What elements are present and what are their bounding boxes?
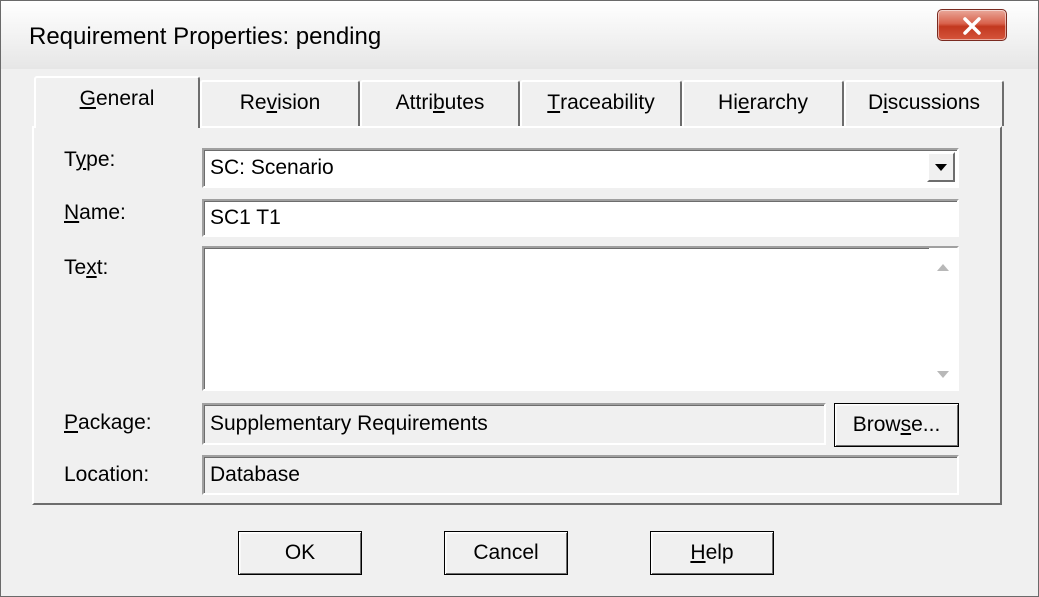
name-label: Name: <box>64 201 126 224</box>
type-value: SC: Scenario <box>210 156 334 179</box>
cancel-button[interactable]: Cancel <box>444 531 568 575</box>
tab-discussions-label: Discussions <box>867 91 981 114</box>
tab-hierarchy-label: Hierarchy <box>718 91 808 114</box>
type-dropdown[interactable]: SC: Scenario <box>202 148 959 188</box>
browse-button[interactable]: Browse... <box>834 403 959 447</box>
tab-general[interactable]: General <box>34 76 200 128</box>
text-scrollbar[interactable] <box>929 248 957 389</box>
tab-general-label: General <box>79 87 155 110</box>
close-icon <box>963 17 981 35</box>
close-button[interactable] <box>937 9 1007 41</box>
cancel-button-label: Cancel <box>473 541 539 564</box>
tab-attributes-label: Attributes <box>395 91 485 114</box>
help-button[interactable]: Help <box>650 531 774 575</box>
tab-revision[interactable]: Revision <box>200 80 360 126</box>
ok-button[interactable]: OK <box>238 531 362 575</box>
type-label: Type: <box>64 148 116 171</box>
dropdown-arrow-icon <box>935 164 947 171</box>
scroll-up-icon[interactable] <box>937 264 949 271</box>
name-input[interactable]: SC1 T1 <box>202 199 959 237</box>
location-value: Database <box>210 463 300 486</box>
browse-button-label: Browse... <box>852 413 941 436</box>
window-title: Requirement Properties: pending <box>29 23 382 50</box>
tab-discussions[interactable]: Discussions <box>844 80 1004 126</box>
tab-attributes[interactable]: Attributes <box>360 80 520 126</box>
tab-revision-label: Revision <box>239 91 321 114</box>
tab-hierarchy[interactable]: Hierarchy <box>682 80 844 126</box>
ok-button-label: OK <box>284 541 316 564</box>
package-value: Supplementary Requirements <box>210 412 488 435</box>
title-bar[interactable]: Requirement Properties: pending <box>1 1 1038 69</box>
location-field: Database <box>202 455 959 495</box>
text-label: Text: <box>64 256 109 279</box>
text-area[interactable] <box>202 246 959 391</box>
scroll-down-icon[interactable] <box>937 371 949 378</box>
name-value: SC1 T1 <box>210 206 281 229</box>
package-label: Package: <box>64 411 152 434</box>
help-button-label: Help <box>690 541 734 564</box>
package-field: Supplementary Requirements <box>202 403 826 445</box>
tab-traceability[interactable]: Traceability <box>520 80 682 126</box>
location-label: Location: <box>64 463 150 486</box>
type-dropdown-button[interactable] <box>927 152 955 182</box>
tab-traceability-label: Traceability <box>547 91 655 114</box>
